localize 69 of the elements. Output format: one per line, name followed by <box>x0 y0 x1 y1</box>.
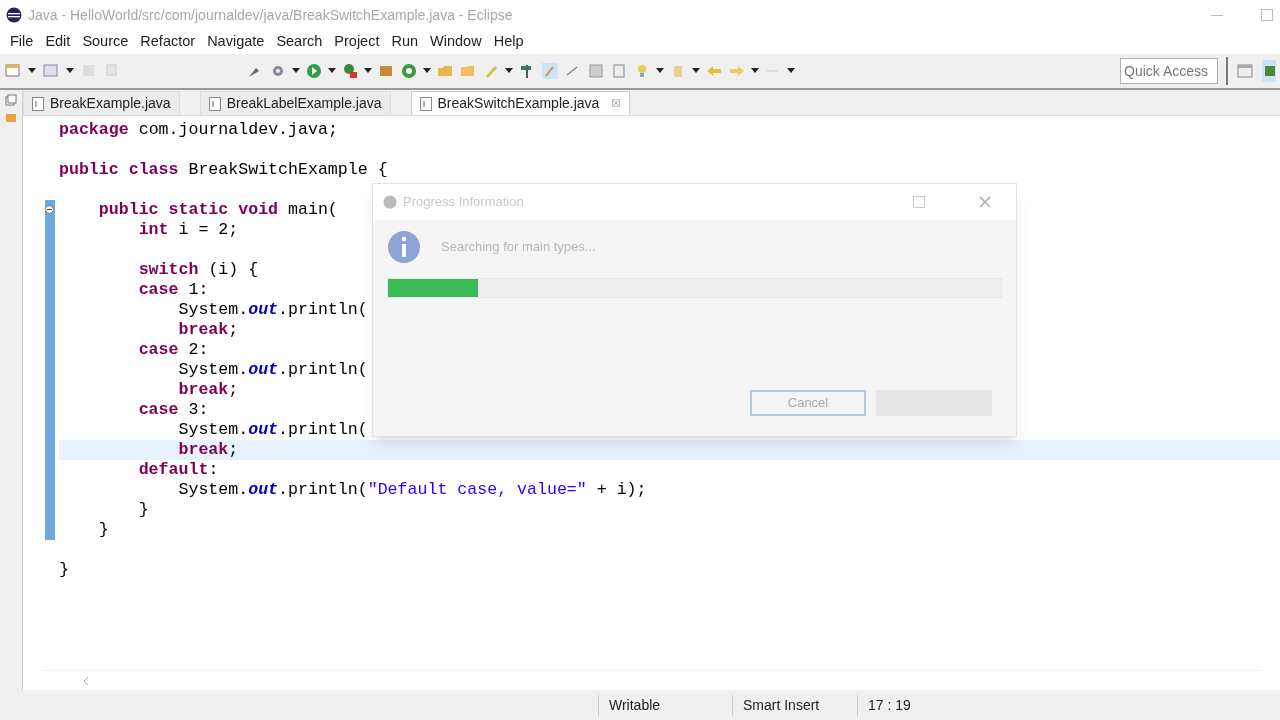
code-line: case 2: <box>137 340 209 359</box>
menu-item[interactable]: Search <box>270 31 329 53</box>
dropdown-icon[interactable] <box>505 68 513 74</box>
code-line: break; <box>177 320 239 339</box>
new-icon[interactable] <box>4 62 22 80</box>
code-line: break; <box>177 440 239 459</box>
menu-item[interactable]: Refactor <box>134 31 202 53</box>
editor-tab[interactable]: BreakLabelExample.java <box>199 91 391 115</box>
menu-item[interactable]: Window <box>424 31 488 53</box>
code-line: } <box>97 520 109 539</box>
dropdown-icon[interactable] <box>423 68 431 74</box>
status-field: Writable <box>598 694 732 716</box>
quick-access-field[interactable]: Quick Access <box>1120 58 1218 84</box>
dropdown-icon[interactable] <box>292 68 300 74</box>
dropdown-icon[interactable] <box>692 68 700 74</box>
code-line: int i = 2; <box>137 220 239 239</box>
code-line: case 1: <box>137 280 209 299</box>
code-line: break; <box>177 380 239 399</box>
code-line: default: <box>137 460 219 479</box>
dropdown-icon[interactable] <box>751 68 759 74</box>
window-icon[interactable] <box>42 62 60 80</box>
code-line: System.out.println( <box>177 360 368 379</box>
dropdown-icon[interactable] <box>328 68 336 74</box>
package-icon[interactable] <box>5 112 17 124</box>
close-icon[interactable] <box>978 195 992 209</box>
menu-item[interactable]: Help <box>487 31 530 53</box>
code-line: System.out.println("Default case, value=" + i); <box>177 480 647 499</box>
dropdown-icon[interactable] <box>66 68 74 74</box>
code-line: public static void main( <box>97 200 338 219</box>
code-line: } <box>137 500 149 519</box>
code-line: case 3: <box>137 400 209 419</box>
restore-icon[interactable] <box>5 94 17 106</box>
code-line: System.out.println( <box>177 300 368 319</box>
java-file-icon <box>419 96 432 111</box>
editor-tab[interactable]: BreakExample.java <box>23 91 180 115</box>
java-file-icon <box>208 96 221 111</box>
java-file-icon <box>32 96 44 111</box>
status-field: 17 : 19 <box>857 694 957 716</box>
code-line: System.out.println( <box>177 420 368 439</box>
run-icon[interactable] <box>305 62 323 80</box>
menu-item[interactable]: File <box>4 31 40 53</box>
highlight-icon[interactable] <box>541 62 559 80</box>
menu-item[interactable]: Project <box>328 31 386 53</box>
code-line: public class BreakSwitchExample { <box>59 160 388 179</box>
app-icon <box>6 7 22 23</box>
info-icon <box>387 230 421 264</box>
status-field: Smart Insert <box>732 694 857 716</box>
dropdown-icon[interactable] <box>28 68 36 74</box>
collapse-icon[interactable] <box>45 205 54 214</box>
app-icon <box>383 195 397 209</box>
dropdown-icon[interactable] <box>656 68 664 74</box>
maximize-icon[interactable] <box>1260 8 1274 22</box>
perspective-icon[interactable] <box>1236 62 1254 80</box>
dialog-message: Searching for main types... <box>441 238 596 257</box>
menu-item[interactable]: Navigate <box>201 31 271 53</box>
code-line: } <box>59 560 69 579</box>
dropdown-icon[interactable] <box>787 68 795 74</box>
dropdown-icon[interactable] <box>364 68 372 74</box>
code-line: switch (i) { <box>137 260 259 279</box>
editor-tab[interactable]: BreakSwitchExample.java ☒ <box>410 91 631 115</box>
debug-icon[interactable] <box>341 62 359 80</box>
code-line: package com.journaldev.java; <box>59 120 338 139</box>
menu-item[interactable]: Edit <box>39 31 77 53</box>
window-title: Java - HelloWorld/src/com/journaldev/java/BreakSwitchExample.java - Eclipse <box>28 5 513 25</box>
menu-item[interactable]: Source <box>76 31 135 53</box>
maximize-icon[interactable] <box>912 195 926 209</box>
menu-item[interactable]: Run <box>385 31 425 53</box>
class-icon[interactable] <box>400 62 418 80</box>
scroll-left-icon[interactable] <box>83 675 89 686</box>
